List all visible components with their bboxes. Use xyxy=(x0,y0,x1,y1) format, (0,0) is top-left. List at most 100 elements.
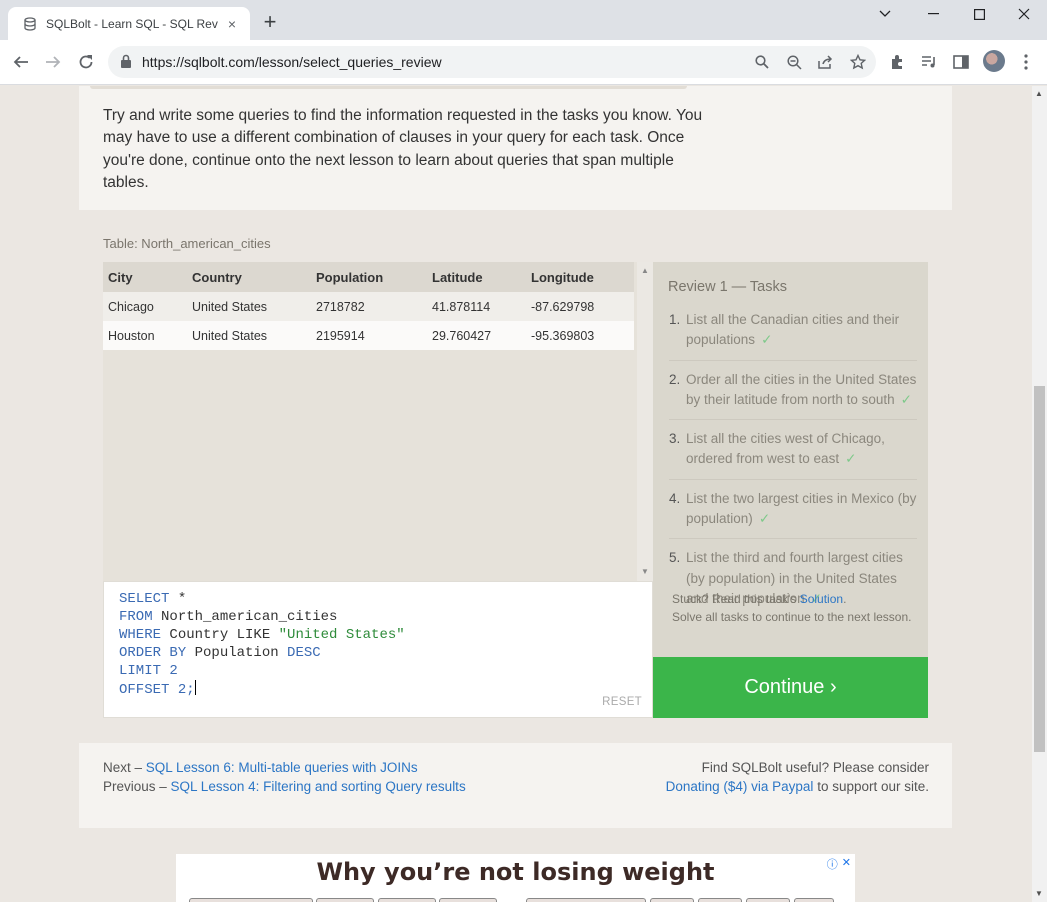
previous-prefix: Previous – xyxy=(103,779,171,794)
forward-arrow-icon[interactable] xyxy=(39,48,67,76)
tab-title: SQLBolt - Learn SQL - SQL Review xyxy=(46,16,218,31)
scroll-down-icon[interactable]: ▼ xyxy=(641,567,649,576)
advertisement-banner[interactable]: Why you’re not losing weight ⓘ ✕ xyxy=(176,854,855,902)
lesson-footer: Next – SQL Lesson 6: Multi-table queries… xyxy=(79,743,952,828)
sql-keyword: ORDER BY xyxy=(119,645,187,661)
tab-strip: SQLBolt - Learn SQL - SQL Review × + xyxy=(0,0,1047,40)
sql-number: 2 xyxy=(161,663,178,679)
tab-search-icon[interactable] xyxy=(862,0,908,28)
minimize-icon[interactable] xyxy=(910,0,956,28)
task-number: 1. xyxy=(669,312,681,327)
tasks-title: Review 1 — Tasks xyxy=(668,279,787,295)
solution-link[interactable]: Solution xyxy=(800,592,843,606)
task-number: 4. xyxy=(669,490,681,506)
lesson-intro: Try and write some queries to find the i… xyxy=(103,107,703,191)
column-header: Country xyxy=(187,262,311,292)
ad-image-strip xyxy=(378,898,436,902)
sql-number: 2; xyxy=(169,682,195,698)
new-tab-button[interactable]: + xyxy=(258,10,282,34)
results-panel[interactable]: City Country Population Latitude Longitu… xyxy=(103,262,653,581)
table-cell: 41.878114 xyxy=(427,292,526,321)
task-number: 5. xyxy=(669,550,681,566)
previous-lesson-link[interactable]: SQL Lesson 4: Filtering and sorting Quer… xyxy=(171,779,466,794)
lock-icon xyxy=(120,54,132,73)
extensions-icon[interactable] xyxy=(887,51,909,73)
ad-image-strip xyxy=(794,898,834,902)
search-icon[interactable] xyxy=(752,52,772,72)
back-arrow-icon[interactable] xyxy=(7,48,35,76)
table-row: Chicago United States 2718782 41.878114 … xyxy=(103,292,634,321)
check-icon: ✓ xyxy=(900,391,912,407)
useful-text: Find SQLBolt useful? Please consider xyxy=(701,760,929,775)
sql-keyword: DESC xyxy=(287,645,321,661)
stuck-note: Stuck? Read this task's Solution. Solve … xyxy=(672,590,912,626)
scrollbar-thumb[interactable] xyxy=(1034,386,1045,752)
browser-toolbar: https://sqlbolt.com/lesson/select_querie… xyxy=(0,40,1047,85)
ad-image-strip xyxy=(746,898,790,902)
table-scrollbar[interactable]: ▲ ▼ xyxy=(637,262,653,581)
lesson-card: Try and write some queries to find the i… xyxy=(79,86,952,210)
table-header-row: City Country Population Latitude Longitu… xyxy=(103,262,634,292)
column-header: Longitude xyxy=(526,262,634,292)
sql-keyword: LIMIT xyxy=(119,663,162,679)
sql-text: * xyxy=(169,591,187,607)
ad-controls: ⓘ ✕ xyxy=(827,856,851,872)
next-lesson-link[interactable]: SQL Lesson 6: Multi-table queries with J… xyxy=(146,760,418,775)
table-cell: -95.369803 xyxy=(526,321,634,350)
ad-image-strip xyxy=(189,898,313,902)
maximize-icon[interactable] xyxy=(956,0,1002,28)
ad-headline[interactable]: Why you’re not losing weight xyxy=(176,858,855,886)
check-icon: ✓ xyxy=(845,451,857,467)
close-window-icon[interactable] xyxy=(1001,0,1047,28)
tab-close-icon[interactable]: × xyxy=(224,16,240,32)
table-cell: 2718782 xyxy=(311,292,427,321)
browser-menu-icon[interactable] xyxy=(1015,51,1037,73)
profile-avatar[interactable] xyxy=(983,50,1005,72)
reload-icon[interactable] xyxy=(72,48,100,76)
table-row: Houston United States 2195914 29.760427 … xyxy=(103,321,634,350)
side-panel-icon[interactable] xyxy=(950,51,972,73)
exercise-area: Table: North_american_cities City Countr… xyxy=(79,210,952,743)
continue-button[interactable]: Continue › xyxy=(653,657,928,718)
task-item: 1. List all the Canadian cities and their… xyxy=(669,310,917,361)
task-number: 2. xyxy=(669,371,681,387)
table-cell: Chicago xyxy=(103,292,187,321)
tasks-panel: Review 1 — Tasks 1. List all the Canadian… xyxy=(653,262,928,657)
media-control-icon[interactable] xyxy=(918,51,940,73)
scroll-up-icon[interactable]: ▲ xyxy=(1035,89,1043,98)
task-text: Order all the cities in the United State… xyxy=(686,371,917,407)
scroll-up-icon[interactable]: ▲ xyxy=(641,266,649,275)
results-table: City Country Population Latitude Longitu… xyxy=(103,262,634,350)
ad-info-icon[interactable]: ⓘ xyxy=(827,856,838,872)
scroll-down-icon[interactable]: ▼ xyxy=(1035,889,1043,898)
address-bar[interactable]: https://sqlbolt.com/lesson/select_querie… xyxy=(108,46,876,78)
column-header: Population xyxy=(311,262,427,292)
ad-close-icon[interactable]: ✕ xyxy=(842,856,851,872)
check-icon: ✓ xyxy=(761,332,773,348)
table-cell: Houston xyxy=(103,321,187,350)
text-cursor xyxy=(194,680,196,695)
page-scrollbar[interactable]: ▲ ▼ xyxy=(1032,86,1047,902)
previous-section-edge xyxy=(90,86,687,89)
database-icon xyxy=(22,16,38,32)
browser-tab[interactable]: SQLBolt - Learn SQL - SQL Review × xyxy=(8,7,250,40)
sql-text: North_american_cities xyxy=(152,609,338,625)
column-header: City xyxy=(103,262,187,292)
donate-link[interactable]: Donating ($4) via Paypal xyxy=(666,779,814,794)
share-icon[interactable] xyxy=(816,52,836,72)
sql-keyword: FROM xyxy=(119,609,153,625)
sql-keyword: SELECT xyxy=(119,591,170,607)
bookmark-star-icon[interactable] xyxy=(848,52,868,72)
next-prefix: Next – xyxy=(103,760,146,775)
task-number: 3. xyxy=(669,431,681,447)
reset-button[interactable]: RESET xyxy=(602,696,642,708)
sql-editor[interactable]: SELECT * FROM North_american_cities WHER… xyxy=(103,581,653,718)
ad-image-strip xyxy=(439,898,497,902)
sql-keyword: OFFSET xyxy=(119,682,170,698)
table-cell: 29.760427 xyxy=(427,321,526,350)
sql-code[interactable]: SELECT * FROM North_american_cities WHER… xyxy=(119,590,405,699)
stuck-suffix: . xyxy=(843,592,847,606)
ad-image-strip xyxy=(526,898,646,902)
zoom-out-icon[interactable] xyxy=(784,52,804,72)
donate-suffix: to support our site. xyxy=(813,779,929,794)
